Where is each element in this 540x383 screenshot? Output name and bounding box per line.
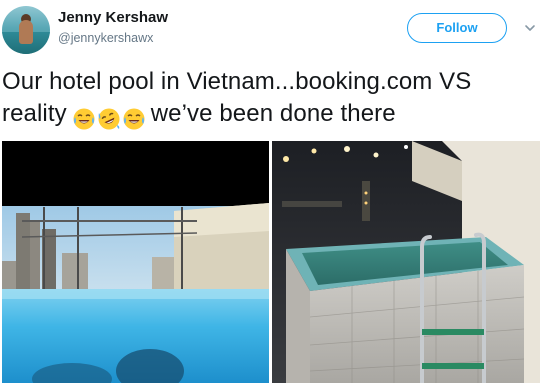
avatar-person [19,20,33,44]
reality-photo[interactable] [272,141,540,383]
author-handle[interactable]: @jennykershawx [58,31,153,45]
avatar[interactable] [2,6,50,54]
emoji-group [72,102,147,134]
small-tiled-pool-image [272,141,540,383]
face-with-tears-of-joy-icon [123,108,145,130]
face-with-tears-of-joy-icon [73,108,95,130]
tweet-card: Jenny Kershaw @jennykershawx Follow Our … [0,0,540,383]
author-display-name[interactable]: Jenny Kershaw [58,9,168,26]
tweet-text: Our hotel pool in Vietnam...booking.com … [2,66,537,134]
rolling-on-the-floor-laughing-icon [98,108,120,130]
tweet-text-after: we’ve been done there [150,100,396,127]
chevron-down-icon[interactable] [524,22,536,34]
follow-button[interactable]: Follow [407,13,507,43]
booking-photo[interactable] [2,141,269,383]
rooftop-infinity-pool-image [2,141,269,383]
